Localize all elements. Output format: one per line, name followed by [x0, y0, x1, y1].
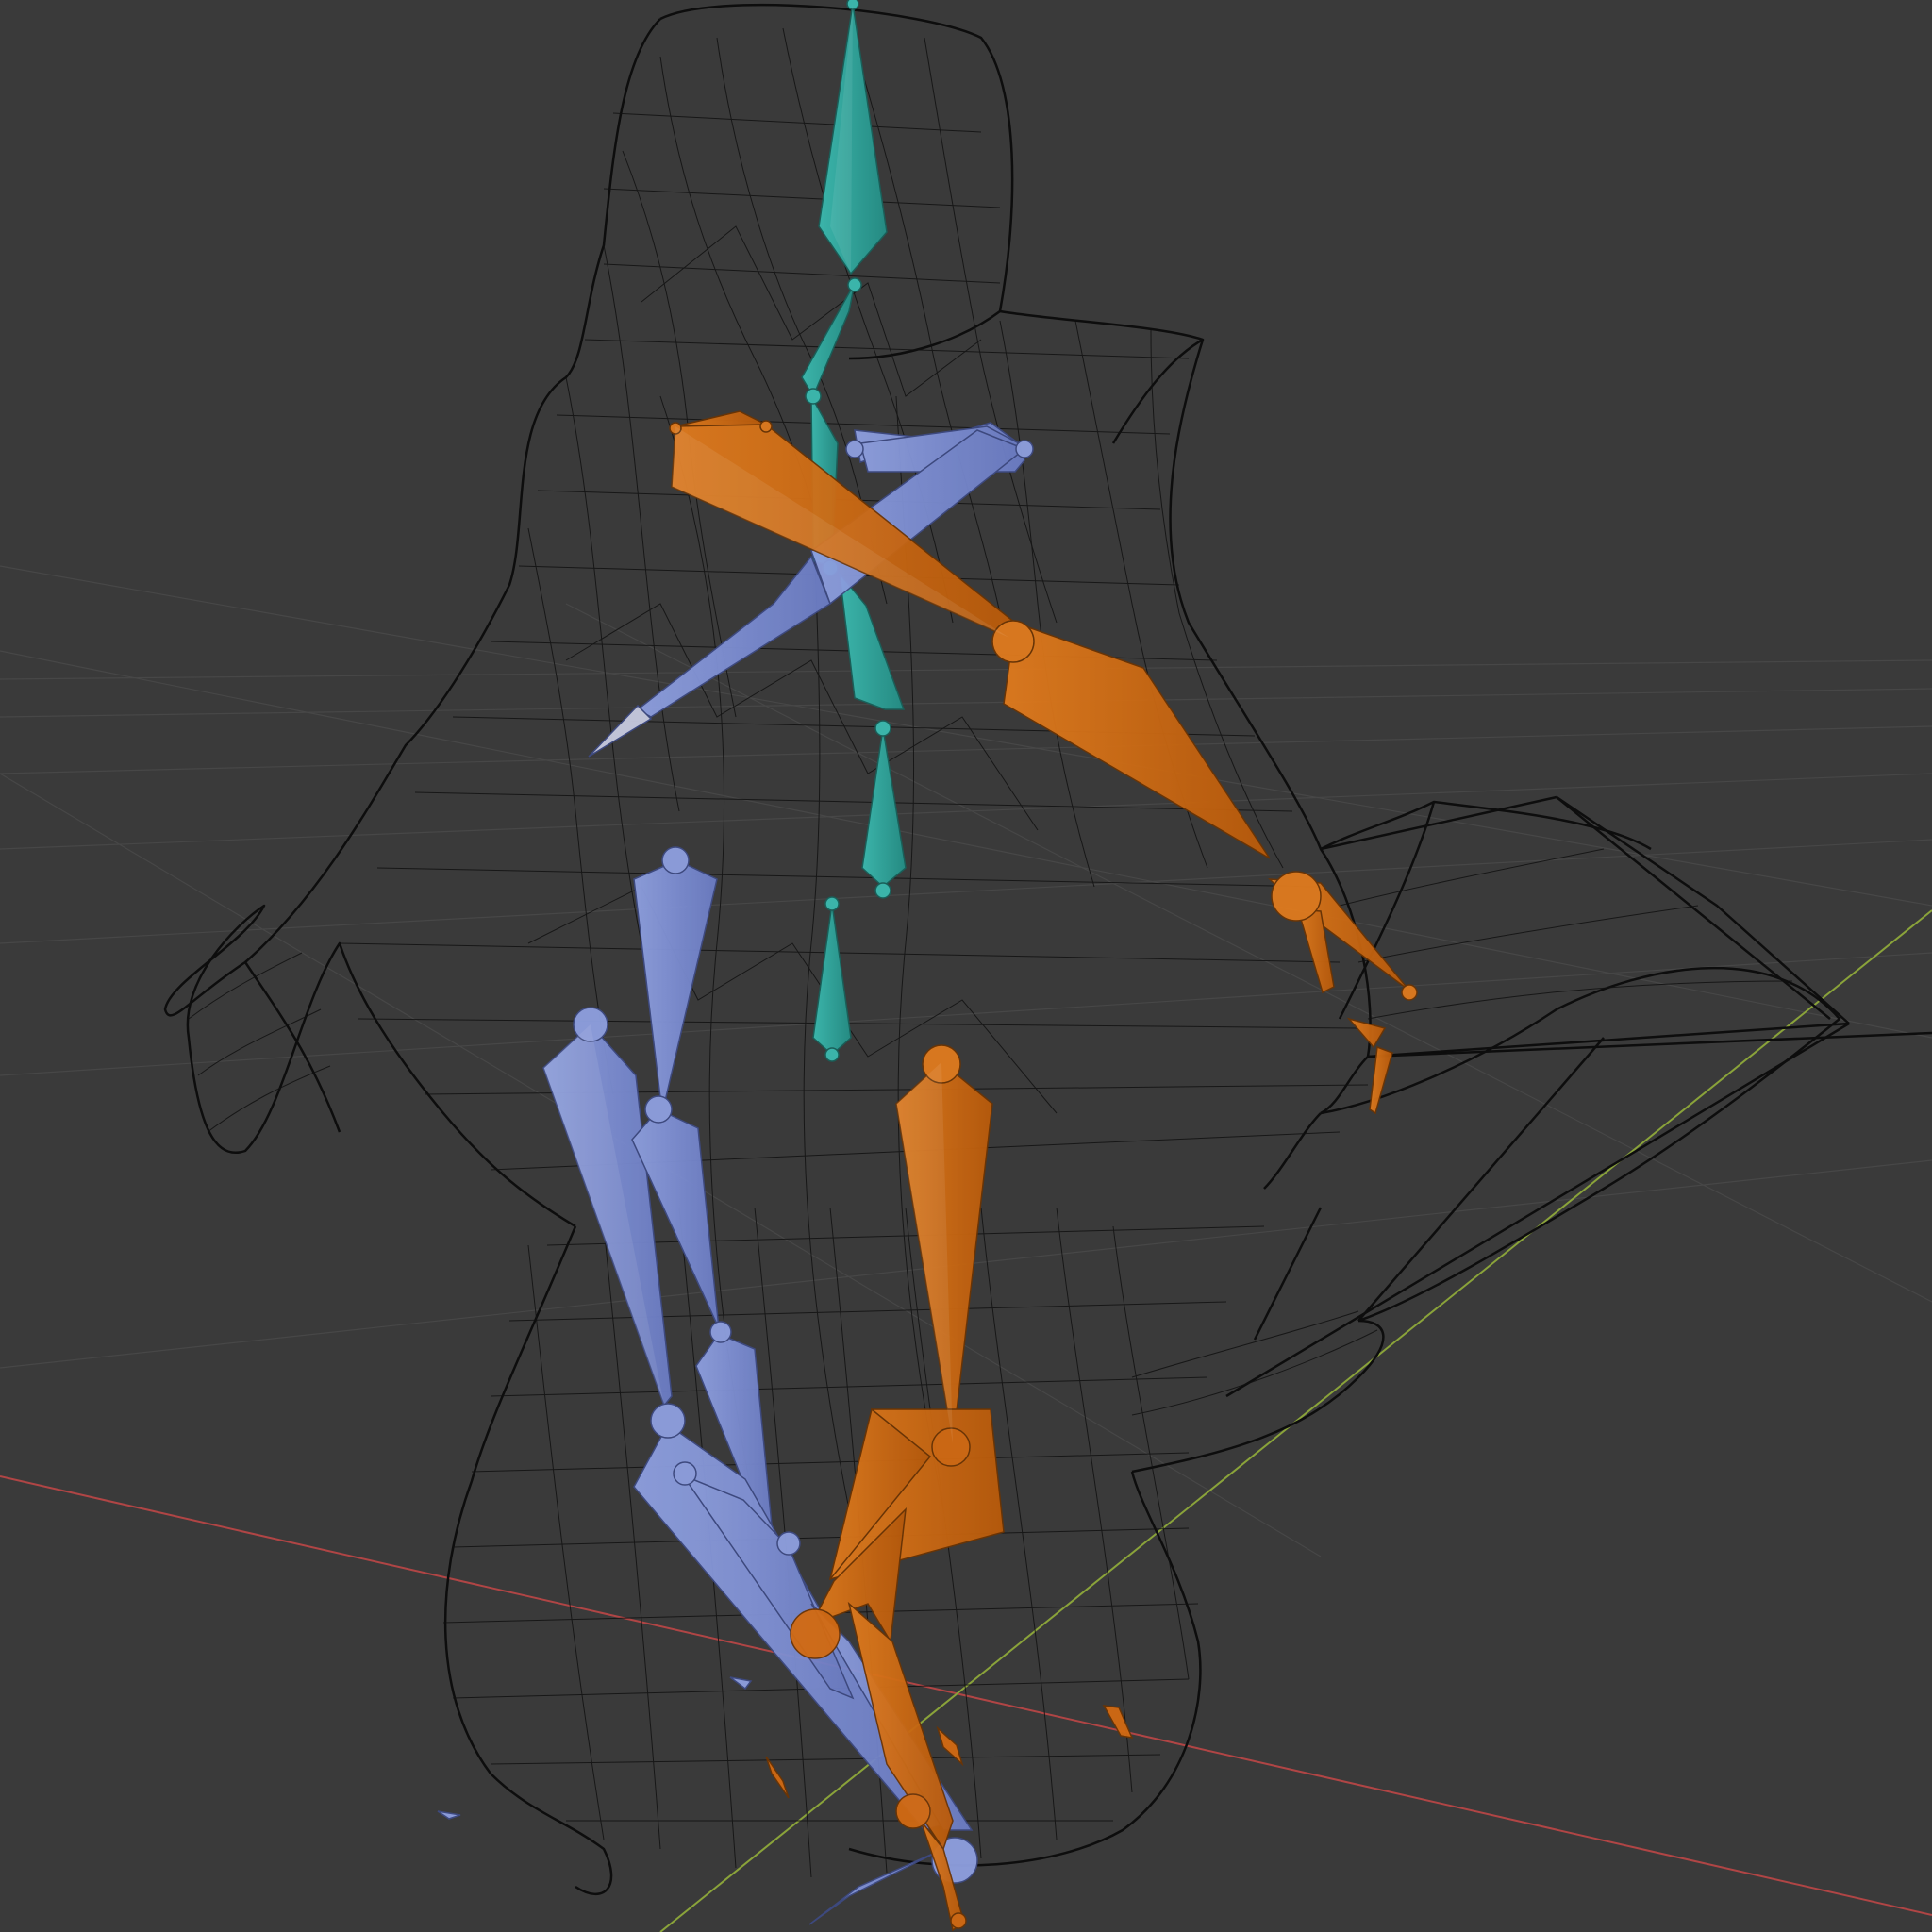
bone-joint[interactable]: [991, 620, 1035, 663]
bone-joint[interactable]: [874, 882, 891, 899]
bone-joint[interactable]: [709, 1321, 732, 1343]
bone-forearm-r[interactable]: [636, 555, 831, 718]
bone-joint[interactable]: [846, 0, 859, 10]
bone-joint[interactable]: [805, 388, 822, 405]
mesh-wire-detail: [188, 27, 1793, 1878]
bone-joint[interactable]: [845, 440, 864, 458]
bone-joint[interactable]: [759, 420, 773, 433]
bone-joint[interactable]: [950, 1912, 967, 1929]
bone-toe-r[interactable]: [808, 1848, 944, 1925]
bone-joint[interactable]: [644, 1095, 673, 1124]
bone-joint[interactable]: [650, 1403, 686, 1439]
bone-joint[interactable]: [776, 1531, 801, 1556]
bone-thigh-r-upper[interactable]: [633, 859, 718, 1114]
3d-viewport[interactable]: [0, 0, 1932, 1932]
bone-fragment[interactable]: [437, 1810, 461, 1820]
character-mesh-wireframe: [163, 3, 1932, 1896]
bone-joint[interactable]: [790, 1608, 841, 1659]
bone-joint[interactable]: [824, 1047, 840, 1062]
bone-joint[interactable]: [824, 896, 840, 911]
viewport-canvas[interactable]: [0, 0, 1932, 1932]
bone-spine-mid[interactable]: [838, 571, 906, 710]
bone-joint[interactable]: [673, 1461, 697, 1486]
bone-head[interactable]: [818, 3, 888, 275]
bone-joint[interactable]: [847, 277, 862, 292]
bone-joint[interactable]: [895, 1793, 931, 1829]
bone-joint[interactable]: [1401, 984, 1418, 1001]
bone-joint[interactable]: [931, 1427, 971, 1467]
bone-fragment[interactable]: [729, 1676, 753, 1690]
bone-fragment[interactable]: [765, 1756, 790, 1799]
bone-joint[interactable]: [1271, 871, 1322, 922]
bone-hand-r[interactable]: [588, 704, 653, 758]
bone-highlights: [543, 4, 1009, 1443]
bone-pelvis-top[interactable]: [812, 903, 852, 1057]
bone-fragment[interactable]: [1102, 1705, 1134, 1739]
bone-neck[interactable]: [801, 282, 856, 398]
bone-finger-l[interactable]: [1346, 1017, 1387, 1049]
bone-joint[interactable]: [1015, 440, 1034, 458]
bone-joint[interactable]: [874, 720, 891, 737]
bone-fragment[interactable]: [936, 1725, 964, 1767]
bone-joint[interactable]: [661, 846, 690, 874]
